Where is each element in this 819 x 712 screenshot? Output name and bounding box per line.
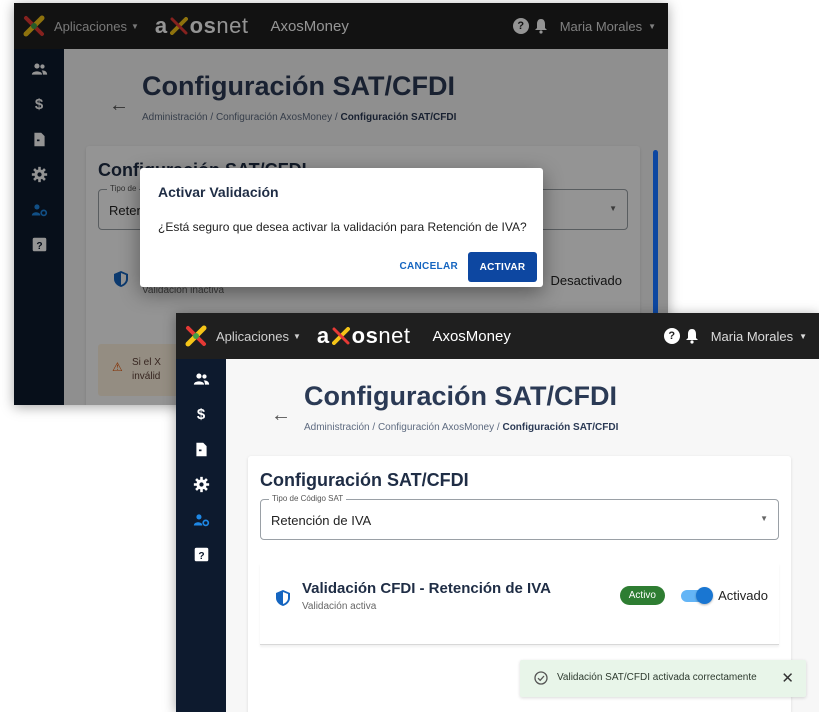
gear-icon[interactable] <box>191 474 211 494</box>
apps-menu-label: Aplicaciones <box>216 328 289 344</box>
help-icon[interactable]: ? <box>663 328 680 344</box>
sat-code-select[interactable]: Tipo de Código SAT Retención de IVA ▼ <box>260 494 779 540</box>
user-settings-icon[interactable] <box>191 509 211 529</box>
dialog-title: Activar Validación <box>158 184 279 200</box>
validation-title: Validación CFDI - Retención de IVA <box>302 580 551 597</box>
validation-row: Validación CFDI - Retención de IVA Valid… <box>260 563 779 645</box>
breadcrumb-item[interactable]: Administración <box>304 422 370 433</box>
brand-x-icon <box>331 327 350 345</box>
chevron-down-icon: ▼ <box>799 331 807 341</box>
apps-menu[interactable]: Aplicaciones ▼ <box>216 329 301 344</box>
product-name: AxosMoney <box>432 327 511 345</box>
scrollbar[interactable] <box>653 150 658 320</box>
help-box-icon[interactable]: ? <box>191 544 211 564</box>
user-name: Maria Morales <box>710 328 794 344</box>
breadcrumb: Administración / Configuración AxosMoney… <box>304 422 619 433</box>
validation-toggle[interactable] <box>681 587 713 604</box>
select-value: Retención de IVA <box>271 513 372 528</box>
card-title: Configuración SAT/CFDI <box>260 470 469 490</box>
check-circle-icon <box>534 671 548 685</box>
arrow-left-icon[interactable]: ← <box>271 404 291 427</box>
brand-logo: a os net <box>316 323 411 348</box>
breadcrumb-current: Configuración SAT/CFDI <box>502 422 619 433</box>
screenshot-after: Aplicaciones ▼ a os net AxosMoney ? Mari… <box>176 313 819 712</box>
select-legend: Tipo de Código SAT <box>269 494 347 503</box>
top-bar: Aplicaciones ▼ a os net AxosMoney ? Mari… <box>176 313 819 359</box>
close-icon[interactable]: ✕ <box>781 669 794 687</box>
toggle-label: Activado <box>718 588 768 603</box>
validation-subtitle: Validación activa <box>302 601 377 612</box>
activate-button[interactable]: ACTIVAR <box>468 252 537 282</box>
side-nav: $ ? <box>176 359 226 712</box>
toggle-knob[interactable] <box>696 587 713 604</box>
breadcrumb-item[interactable]: Configuración AxosMoney <box>378 422 494 433</box>
page-title: Configuración SAT/CFDI <box>304 381 617 411</box>
chevron-down-icon: ▼ <box>293 331 301 341</box>
dialog-message: ¿Está seguro que desea activar la valida… <box>158 220 527 234</box>
svg-text:?: ? <box>198 550 204 561</box>
shield-icon <box>276 590 290 606</box>
chevron-down-icon: ▼ <box>760 514 768 523</box>
document-icon[interactable] <box>191 439 211 459</box>
dollar-icon[interactable]: $ <box>191 404 211 424</box>
user-menu[interactable]: Maria Morales ▼ <box>711 329 807 344</box>
users-icon[interactable] <box>191 369 211 389</box>
cancel-button[interactable]: CANCELAR <box>399 261 458 272</box>
success-toast: Validación SAT/CFDI activada correctamen… <box>520 660 806 697</box>
bell-icon[interactable] <box>685 328 699 344</box>
confirm-dialog: Activar Validación ¿Está seguro que dese… <box>140 168 543 287</box>
toast-message: Validación SAT/CFDI activada correctamen… <box>557 672 757 683</box>
colorful-x-logo-icon[interactable] <box>185 325 207 347</box>
status-badge: Activo <box>619 586 665 605</box>
